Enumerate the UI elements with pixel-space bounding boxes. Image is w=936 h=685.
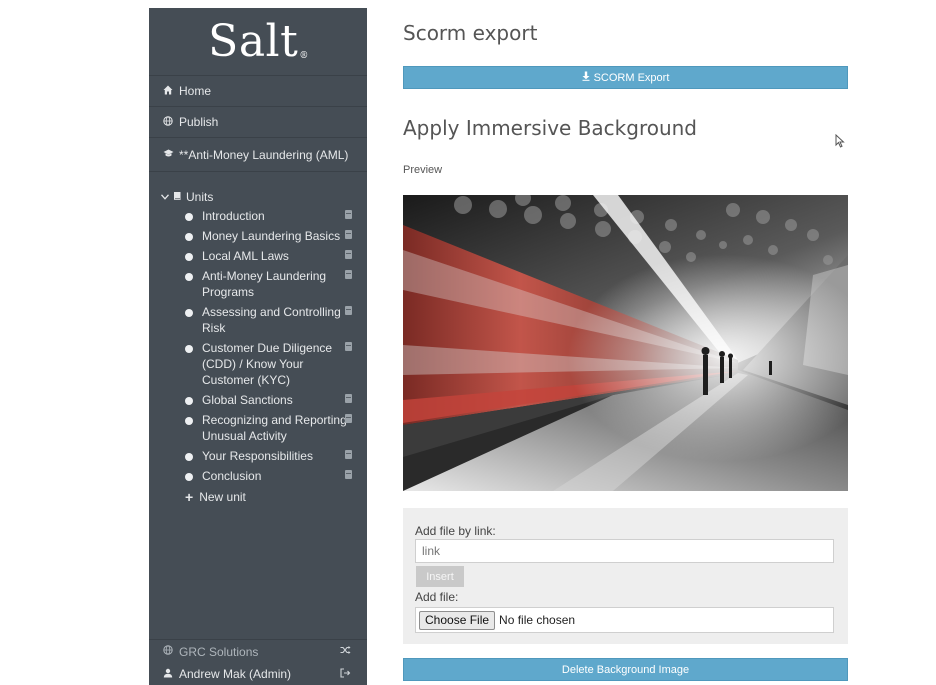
file-input[interactable]: Choose File No file chosen bbox=[415, 607, 834, 633]
units-section: Units Introduction Money Laundering Basi… bbox=[149, 172, 367, 506]
unit-label: Global Sanctions bbox=[202, 393, 293, 407]
unit-label: Your Responsibilities bbox=[202, 449, 313, 463]
units-toggle[interactable]: Units bbox=[149, 188, 367, 206]
unit-item[interactable]: Conclusion bbox=[149, 466, 367, 486]
nav-home-label: Home bbox=[179, 84, 212, 98]
trash-icon[interactable] bbox=[345, 342, 352, 351]
link-input[interactable] bbox=[415, 539, 834, 563]
home-icon bbox=[161, 85, 175, 98]
trash-icon[interactable] bbox=[345, 450, 352, 459]
bullet-icon bbox=[185, 473, 193, 481]
unit-label: Recognizing and Reporting Unusual Activi… bbox=[202, 413, 347, 443]
user-icon bbox=[161, 668, 175, 681]
unit-label: Money Laundering Basics bbox=[202, 229, 341, 243]
trash-icon[interactable] bbox=[345, 250, 352, 259]
upload-panel: Add file by link: Insert Add file: Choos… bbox=[403, 508, 848, 644]
registered-mark: ® bbox=[299, 50, 309, 61]
add-file-by-link-label: Add file by link: bbox=[415, 524, 496, 538]
trash-icon[interactable] bbox=[345, 414, 352, 423]
bullet-icon bbox=[185, 253, 193, 261]
unit-label: Customer Due Diligence (CDD) / Know Your… bbox=[202, 341, 333, 387]
unit-item[interactable]: Money Laundering Basics bbox=[149, 226, 367, 246]
new-unit-button[interactable]: + New unit bbox=[149, 488, 367, 506]
new-unit-label: New unit bbox=[199, 490, 246, 504]
unit-label: Conclusion bbox=[202, 469, 262, 483]
scorm-export-label: SCORM Export bbox=[593, 71, 670, 84]
background-preview-image bbox=[403, 195, 848, 491]
bullet-icon bbox=[185, 273, 193, 281]
delete-background-label: Delete Background Image bbox=[561, 663, 690, 676]
unit-item[interactable]: Your Responsibilities bbox=[149, 446, 367, 466]
insert-button[interactable]: Insert bbox=[416, 566, 464, 587]
trash-icon[interactable] bbox=[345, 306, 352, 315]
bullet-icon bbox=[185, 213, 193, 221]
trash-icon[interactable] bbox=[345, 394, 352, 403]
sidebar-footer: GRC Solutions Andrew Mak (Admin) bbox=[149, 639, 367, 685]
trash-icon[interactable] bbox=[345, 210, 352, 219]
bullet-icon bbox=[185, 453, 193, 461]
unit-label: Local AML Laws bbox=[202, 249, 289, 263]
unit-label: Introduction bbox=[202, 209, 265, 223]
trash-icon[interactable] bbox=[345, 270, 352, 279]
shuffle-icon[interactable] bbox=[340, 645, 351, 658]
units-label: Units bbox=[186, 190, 214, 204]
unit-label: Anti-Money Laundering Programs bbox=[202, 269, 327, 299]
trash-icon[interactable] bbox=[345, 470, 352, 479]
org-name: GRC Solutions bbox=[179, 644, 259, 659]
logo-text: Salt bbox=[208, 16, 299, 67]
add-file-label: Add file: bbox=[415, 590, 459, 604]
unit-item[interactable]: Local AML Laws bbox=[149, 246, 367, 266]
bullet-icon bbox=[185, 233, 193, 241]
unit-list: Introduction Money Laundering Basics Loc… bbox=[149, 206, 367, 486]
logout-icon[interactable] bbox=[340, 667, 351, 681]
unit-item[interactable]: Customer Due Diligence (CDD) / Know Your… bbox=[149, 338, 367, 390]
salt-logo[interactable]: Salt ® bbox=[149, 8, 367, 76]
bullet-icon bbox=[185, 345, 193, 353]
preview-label: Preview bbox=[403, 164, 443, 176]
sidebar: Salt ® Home Publish **Anti-Money Launderi… bbox=[149, 8, 367, 685]
globe-icon bbox=[161, 645, 175, 658]
delete-background-button[interactable]: Delete Background Image bbox=[403, 658, 848, 681]
book-icon bbox=[173, 191, 182, 203]
globe-icon bbox=[161, 115, 175, 129]
file-status: No file chosen bbox=[499, 613, 576, 627]
bullet-icon bbox=[185, 397, 193, 405]
graduation-cap-icon bbox=[161, 148, 175, 161]
bullet-icon bbox=[185, 417, 193, 425]
scorm-export-title: Scorm export bbox=[403, 21, 538, 45]
chevron-down-icon bbox=[161, 192, 169, 202]
nav-item-course[interactable]: **Anti-Money Laundering (AML) bbox=[149, 138, 367, 172]
unit-item[interactable]: Recognizing and Reporting Unusual Activi… bbox=[149, 410, 367, 446]
unit-item[interactable]: Global Sanctions bbox=[149, 390, 367, 410]
unit-item[interactable]: Introduction bbox=[149, 206, 367, 226]
unit-label: Assessing and Controlling Risk bbox=[202, 305, 341, 335]
background-title: Apply Immersive Background bbox=[403, 116, 698, 140]
user-row[interactable]: Andrew Mak (Admin) bbox=[149, 663, 367, 685]
plus-icon: + bbox=[185, 489, 194, 505]
download-icon bbox=[582, 71, 590, 84]
nav-item-publish[interactable]: Publish bbox=[149, 107, 367, 138]
nav-course-label: **Anti-Money Laundering (AML) bbox=[179, 147, 349, 162]
unit-item[interactable]: Anti-Money Laundering Programs bbox=[149, 266, 367, 302]
mouse-cursor-icon bbox=[835, 133, 845, 153]
scorm-export-button[interactable]: SCORM Export bbox=[403, 66, 848, 89]
trash-icon[interactable] bbox=[345, 230, 352, 239]
nav-publish-label: Publish bbox=[179, 115, 219, 129]
nav-item-home[interactable]: Home bbox=[149, 76, 367, 107]
choose-file-button[interactable]: Choose File bbox=[419, 610, 496, 630]
unit-item[interactable]: Assessing and Controlling Risk bbox=[149, 302, 367, 338]
bullet-icon bbox=[185, 309, 193, 317]
org-row[interactable]: GRC Solutions bbox=[149, 639, 367, 663]
user-name: Andrew Mak (Admin) bbox=[179, 667, 292, 681]
